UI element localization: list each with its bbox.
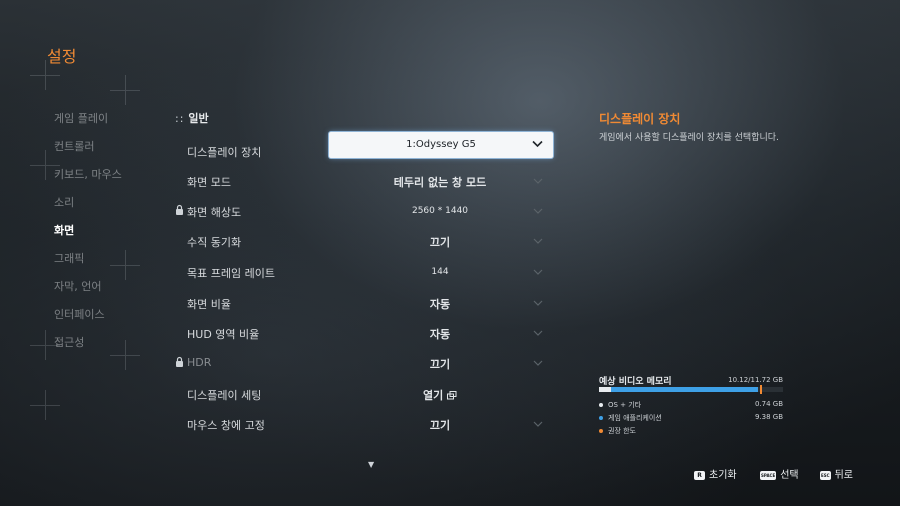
legend-dot xyxy=(599,403,603,407)
section-header: :: 일반 xyxy=(175,110,209,126)
dropdown-value: 1:Odyssey G5 xyxy=(406,139,476,150)
legend-dot xyxy=(599,416,603,420)
setting-label: 목표 프레임 레이트 xyxy=(187,267,275,280)
setting-value: 자동 xyxy=(429,298,451,311)
memory-row-os: OS + 기타 0.74 GB xyxy=(599,400,783,410)
chevron-down-icon xyxy=(533,360,543,366)
setting-label: HDR xyxy=(187,356,212,369)
nav-item-label: 키보드, 마우스 xyxy=(54,168,122,181)
memory-bar xyxy=(599,385,783,394)
key-esc-icon: ESC xyxy=(820,471,831,480)
nav-item-controller[interactable]: 컨트롤러 xyxy=(54,138,94,154)
setting-row-display-settings[interactable]: 디스플레이 세팅 열기 xyxy=(175,381,555,407)
legend-dot xyxy=(599,429,603,433)
page-title: 설정 xyxy=(47,47,77,66)
memory-row-amount: 9.38 GB xyxy=(754,413,783,421)
setting-value: 자동 xyxy=(429,328,451,341)
external-window-icon xyxy=(447,391,457,400)
setting-row-hdr[interactable]: HDR 끄기 xyxy=(175,350,555,376)
nav-item-label: 소리 xyxy=(54,196,75,209)
key-r-icon: R xyxy=(694,471,705,480)
nav-item-gameplay[interactable]: 게임 플레이 xyxy=(54,110,108,126)
setting-label: 디스플레이 세팅 xyxy=(187,389,262,402)
memory-row-limit: 권장 한도 xyxy=(599,426,783,436)
setting-label: 수직 동기화 xyxy=(187,236,242,249)
select-button[interactable]: SPACE 선택 xyxy=(760,466,799,481)
chevron-down-icon xyxy=(532,140,543,148)
memory-title: 예상 비디오 메모리 xyxy=(599,377,672,387)
nav-item-label: 컨트롤러 xyxy=(54,140,95,153)
memory-bar-os xyxy=(599,387,611,392)
back-button[interactable]: ESC 뒤로 xyxy=(820,466,853,481)
nav-item-sound[interactable]: 소리 xyxy=(54,194,74,210)
setting-row-target-framerate[interactable]: 목표 프레임 레이트 144 xyxy=(175,259,555,285)
setting-value: 끄기 xyxy=(429,358,451,371)
nav-item-label: 게임 플레이 xyxy=(54,112,109,125)
select-label: 선택 xyxy=(780,470,799,481)
setting-row-mouse-lock[interactable]: 마우스 창에 고정 끄기 xyxy=(175,411,555,437)
setting-value: 열기 xyxy=(330,387,550,403)
reset-label: 초기화 xyxy=(709,470,737,481)
nav-item-display[interactable]: 화면 xyxy=(54,222,74,238)
setting-label: 디스플레이 장치 xyxy=(187,146,262,159)
setting-row-hud-ratio[interactable]: HUD 영역 비율 자동 xyxy=(175,320,555,346)
back-label: 뒤로 xyxy=(834,470,853,481)
setting-value: 테두리 없는 창 모드 xyxy=(393,176,487,189)
display-device-dropdown[interactable]: 1:Odyssey G5 xyxy=(329,132,553,158)
reset-button[interactable]: R 초기화 xyxy=(694,466,737,481)
description-title: 디스플레이 장치 xyxy=(599,112,681,126)
section-dots-icon: :: xyxy=(175,112,185,125)
chevron-down-icon xyxy=(533,208,543,214)
setting-row-display-device[interactable]: 디스플레이 장치 1:Odyssey G5 xyxy=(175,132,555,164)
memory-row-label: 권장 한도 xyxy=(608,427,636,435)
setting-label: 화면 해상도 xyxy=(187,206,242,219)
memory-row-label: OS + 기타 xyxy=(608,401,642,409)
background-crosshair xyxy=(110,340,140,370)
nav-item-label: 접근성 xyxy=(54,336,85,349)
setting-row-resolution[interactable]: 화면 해상도 2560 * 1440 xyxy=(175,198,555,224)
background-crosshair xyxy=(110,250,140,280)
nav-item-interface[interactable]: 인터페이스 xyxy=(54,306,105,322)
description-text: 게임에서 사용할 디스플레이 장치를 선택합니다. xyxy=(599,133,779,143)
nav-item-label: 그래픽 xyxy=(54,252,85,265)
setting-label: HUD 영역 비율 xyxy=(187,328,260,341)
chevron-down-icon xyxy=(533,300,543,306)
section-title: 일반 xyxy=(188,112,209,125)
nav-item-accessibility[interactable]: 접근성 xyxy=(54,334,84,350)
nav-item-keyboard-mouse[interactable]: 키보드, 마우스 xyxy=(54,166,122,182)
background-crosshair xyxy=(30,390,60,420)
setting-value: 2560 * 1440 xyxy=(411,206,469,216)
key-space-icon: SPACE xyxy=(760,471,777,480)
memory-row-label: 게임 애플리케이션 xyxy=(608,414,662,422)
chevron-down-icon xyxy=(533,269,543,275)
setting-label: 화면 비율 xyxy=(187,298,231,311)
lock-icon xyxy=(176,204,183,215)
setting-label: 화면 모드 xyxy=(187,176,231,189)
lock-icon xyxy=(176,356,183,367)
chevron-down-icon xyxy=(533,238,543,244)
scroll-down-icon[interactable]: ▼ xyxy=(368,460,374,469)
chevron-down-icon xyxy=(533,330,543,336)
setting-row-screen-mode[interactable]: 화면 모드 테두리 없는 창 모드 xyxy=(175,168,555,194)
open-label: 열기 xyxy=(422,389,444,402)
nav-item-label: 인터페이스 xyxy=(54,308,105,321)
setting-row-aspect-ratio[interactable]: 화면 비율 자동 xyxy=(175,290,555,316)
setting-label: 마우스 창에 고정 xyxy=(187,419,265,432)
memory-total: 10.12/11.72 GB xyxy=(728,376,783,384)
memory-row-amount: 0.74 GB xyxy=(754,400,783,408)
memory-bar-app xyxy=(610,387,758,392)
setting-value: 끄기 xyxy=(429,419,451,432)
background-crosshair xyxy=(110,75,140,105)
setting-value: 144 xyxy=(431,267,449,277)
nav-item-subtitles-language[interactable]: 자막, 언어 xyxy=(54,278,101,294)
nav-item-graphics[interactable]: 그래픽 xyxy=(54,250,84,266)
nav-item-label: 자막, 언어 xyxy=(54,280,102,293)
setting-value: 끄기 xyxy=(429,236,451,249)
memory-row-app: 게임 애플리케이션 9.38 GB xyxy=(599,413,783,423)
setting-row-vsync[interactable]: 수직 동기화 끄기 xyxy=(175,228,555,254)
chevron-down-icon xyxy=(533,178,543,184)
chevron-down-icon xyxy=(533,421,543,427)
memory-limit-marker xyxy=(759,385,762,394)
nav-item-label: 화면 xyxy=(54,224,75,237)
